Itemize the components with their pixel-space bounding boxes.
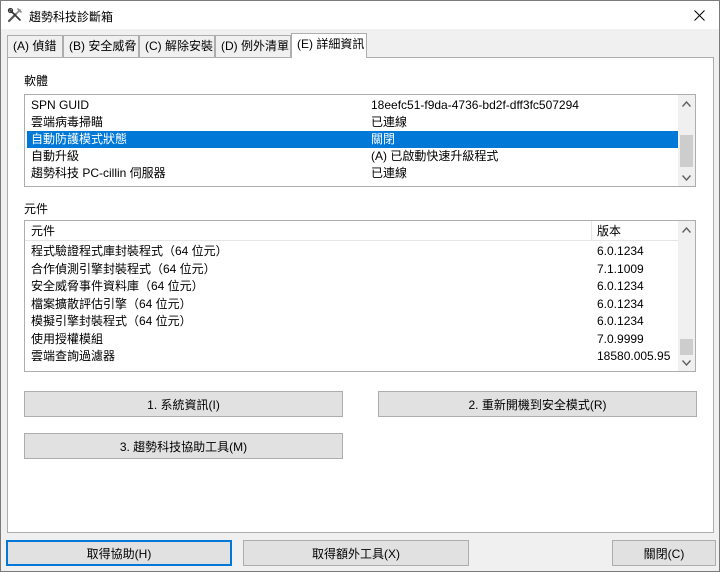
table-row[interactable]: 模擬引擎封裝程式（64 位元） 6.0.1234	[27, 313, 678, 330]
tab-exceptions[interactable]: (D) 例外清單	[215, 35, 291, 57]
column-header-component[interactable]: 元件	[25, 221, 55, 241]
components-label: 元件	[24, 202, 49, 216]
table-row[interactable]: 程式驗證程式庫封裝程式（64 位元） 6.0.1234	[27, 243, 678, 260]
list-item[interactable]: SPN GUID 18eefc51-f9da-4736-bd2f-dff3fc5…	[27, 97, 678, 114]
assist-tool-button[interactable]: 3. 趨勢科技協助工具(M)	[24, 433, 343, 459]
close-icon	[693, 9, 705, 21]
list-item[interactable]: 自動升級 (A) 已啟動快速升級程式	[27, 148, 678, 165]
table-row[interactable]: 雲端查詢過濾器 18580.005.95	[27, 348, 678, 365]
scroll-down-arrow-icon[interactable]	[678, 169, 695, 186]
software-list[interactable]: SPN GUID 18eefc51-f9da-4736-bd2f-dff3fc5…	[24, 94, 696, 187]
table-row[interactable]: 使用授權模組 7.0.9999	[27, 331, 678, 348]
scroll-up-arrow-icon[interactable]	[678, 221, 695, 238]
table-row[interactable]: 檔案擴散評估引擎（64 位元） 6.0.1234	[27, 296, 678, 313]
column-header-version[interactable]: 版本	[591, 221, 621, 241]
close-button[interactable]: 關閉(C)	[612, 540, 716, 566]
tab-threats[interactable]: (B) 安全威脅	[63, 35, 139, 57]
table-row[interactable]: 合作偵測引擎封裝程式（64 位元） 7.1.1009	[27, 261, 678, 278]
components-list[interactable]: 元件 版本 程式驗證程式庫封裝程式（64 位元） 6.0.1234 合作偵測引擎…	[24, 220, 696, 372]
list-item-selected[interactable]: 自動防護模式狀態 關閉	[27, 131, 678, 148]
system-info-button[interactable]: 1. 系統資訊(I)	[24, 391, 343, 417]
table-row[interactable]: 安全威脅事件資料庫（64 位元） 6.0.1234	[27, 278, 678, 295]
list-item[interactable]: 趨勢科技 PC-cillin 伺服器 已連線	[27, 165, 678, 182]
close-window-button[interactable]	[679, 1, 719, 29]
components-scrollbar[interactable]	[678, 221, 695, 371]
get-help-button[interactable]: 取得協助(H)	[6, 540, 232, 566]
tab-debug[interactable]: (A) 偵錯	[7, 35, 63, 57]
extra-tools-button[interactable]: 取得額外工具(X)	[243, 540, 469, 566]
scroll-thumb[interactable]	[680, 339, 693, 355]
components-header: 元件 版本	[25, 221, 678, 241]
software-label: 軟體	[24, 74, 49, 88]
safe-mode-restart-button[interactable]: 2. 重新開機到安全模式(R)	[378, 391, 697, 417]
tab-uninstall[interactable]: (C) 解除安裝	[139, 35, 215, 57]
diagnostic-window: 趨勢科技診斷箱 (A) 偵錯 (B) 安全威脅 (C) 解除安裝 (D) 例外清…	[0, 0, 720, 572]
scroll-thumb[interactable]	[680, 135, 693, 167]
software-scrollbar[interactable]	[678, 95, 695, 186]
tab-details[interactable]: (E) 詳細資訊	[291, 33, 367, 58]
details-panel: 軟體 SPN GUID 18eefc51-f9da-4736-bd2f-dff3…	[7, 57, 714, 533]
list-item[interactable]: 雲端病毒掃瞄 已連線	[27, 114, 678, 131]
tools-icon	[7, 7, 22, 23]
scroll-down-arrow-icon[interactable]	[678, 354, 695, 371]
title-bar: 趨勢科技診斷箱	[1, 1, 719, 29]
window-title: 趨勢科技診斷箱	[29, 10, 114, 24]
scroll-up-arrow-icon[interactable]	[678, 95, 695, 112]
